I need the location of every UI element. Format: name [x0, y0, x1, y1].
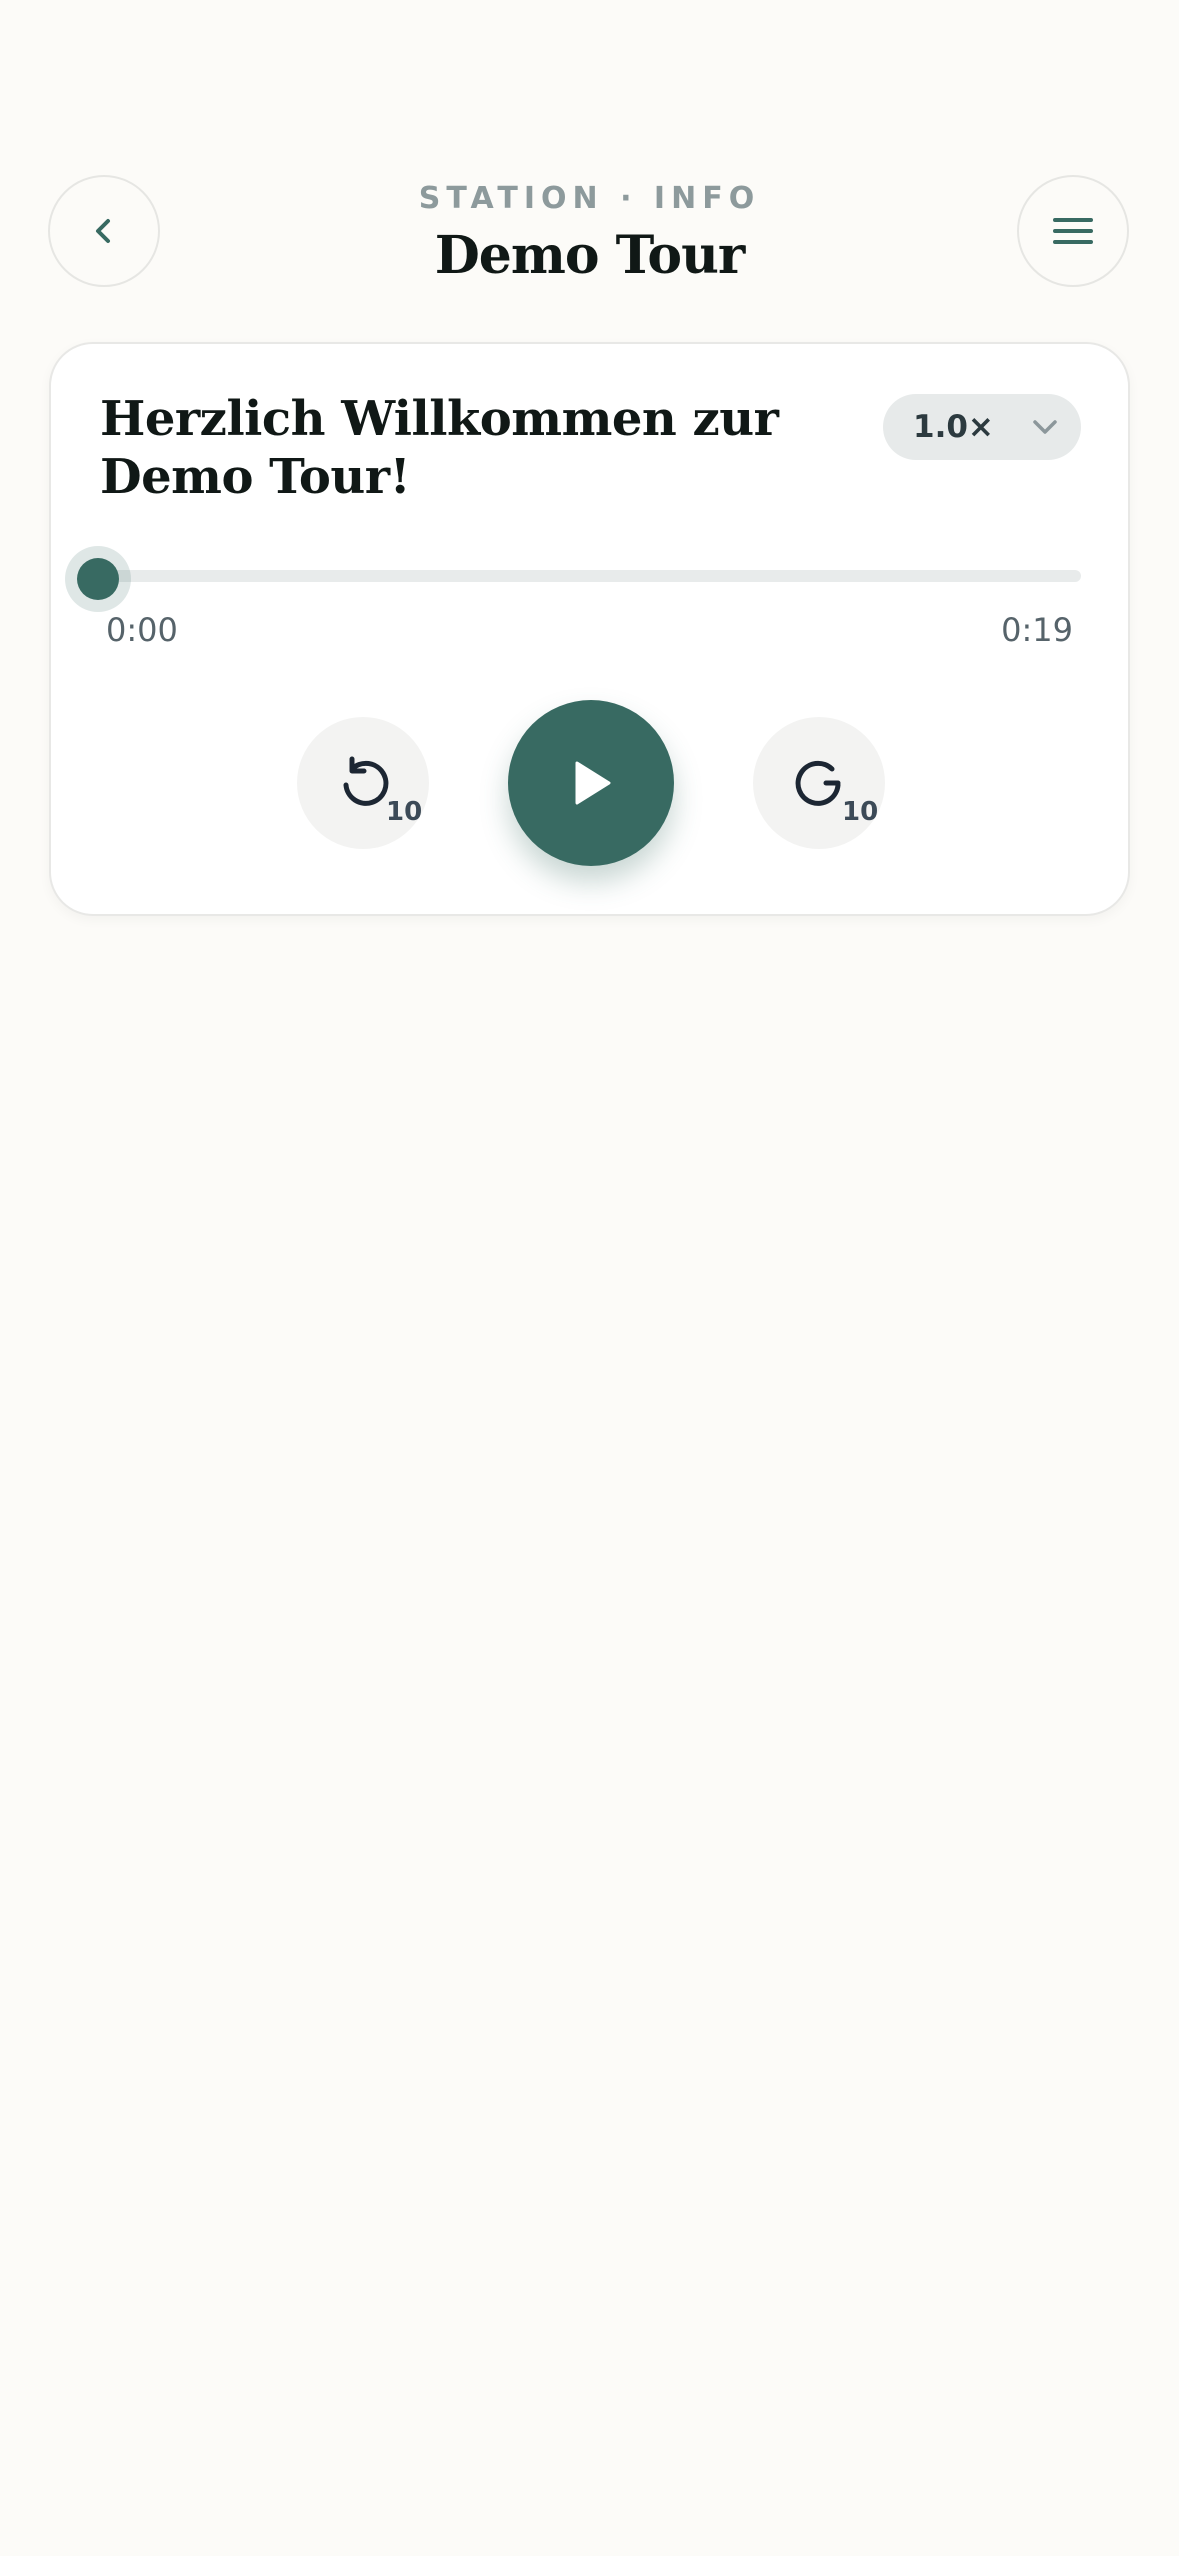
- hamburger-menu-icon: [1053, 218, 1093, 244]
- chevron-left-icon: [96, 219, 110, 243]
- back-button[interactable]: [48, 175, 160, 287]
- play-icon: [575, 761, 611, 805]
- progress-knob-dot: [77, 558, 119, 600]
- progress-track[interactable]: [99, 570, 1081, 582]
- skip-forward-button[interactable]: 10: [753, 717, 885, 849]
- playback-speed-select[interactable]: 1.0×: [883, 394, 1081, 460]
- station-kicker: STATION · INFO: [418, 181, 761, 216]
- header: STATION · INFO Demo Tour: [0, 0, 1179, 320]
- rotate-ccw-icon: [343, 756, 389, 806]
- total-time: 0:19: [1001, 611, 1073, 649]
- menu-button[interactable]: [1017, 175, 1129, 287]
- rotate-cw-icon: [795, 760, 841, 806]
- track-title: Herzlich Willkommen zur Demo Tour!: [100, 391, 779, 505]
- playback-speed-value: 1.0×: [913, 409, 994, 445]
- play-button[interactable]: [508, 700, 674, 866]
- header-titles: STATION · INFO Demo Tour: [200, 178, 979, 288]
- audio-player-card: Herzlich Willkommen zur Demo Tour! 1.0× …: [49, 342, 1130, 916]
- page-title: Demo Tour: [434, 225, 746, 286]
- skip-back-button[interactable]: 10: [297, 717, 429, 849]
- skip-forward-seconds: 10: [842, 797, 879, 827]
- progress-knob[interactable]: [65, 546, 131, 612]
- skip-back-seconds: 10: [386, 797, 423, 827]
- chevron-down-icon: [1033, 420, 1057, 434]
- current-time: 0:00: [106, 611, 178, 649]
